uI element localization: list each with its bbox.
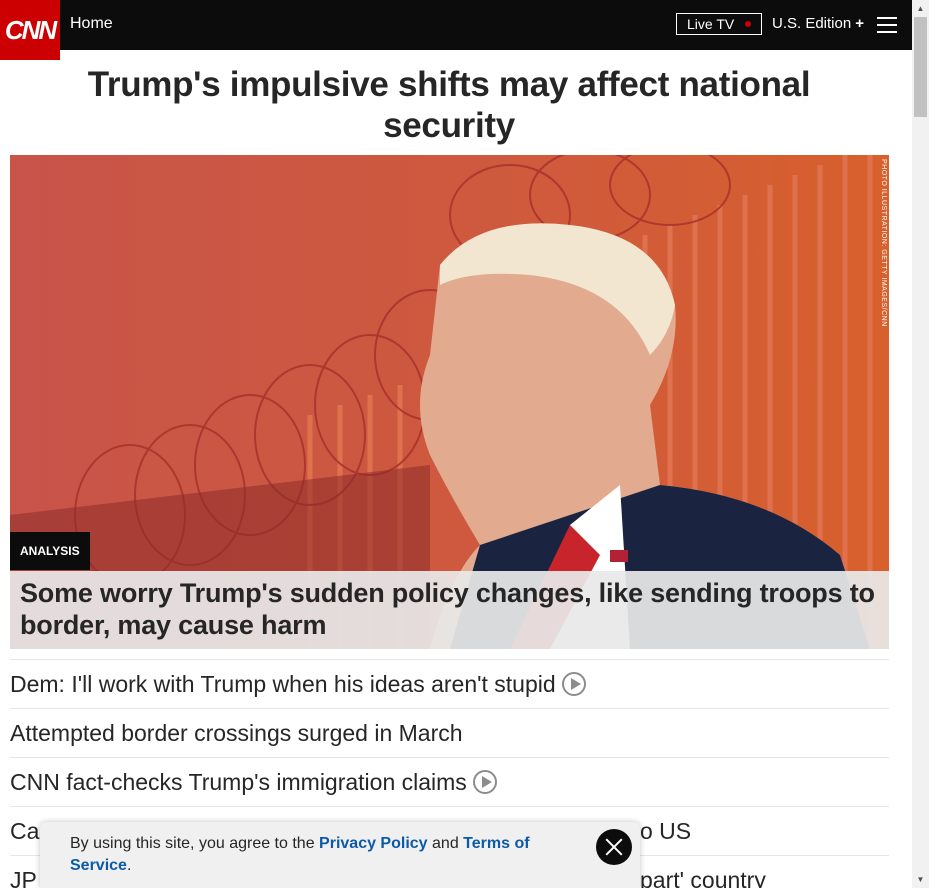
scroll-thumb[interactable] bbox=[914, 17, 927, 117]
story-link[interactable]: Ca bbox=[10, 818, 39, 844]
hero-story[interactable]: PHOTO ILLUSTRATION: GETTY IMAGES/CNN ANA… bbox=[10, 155, 889, 649]
cookie-and: and bbox=[432, 835, 459, 852]
page-scrollbar[interactable]: ▲ ▼ bbox=[912, 0, 929, 888]
story-link[interactable]: CNN fact-checks Trump's immigration clai… bbox=[10, 769, 467, 795]
story-link[interactable]: JP bbox=[10, 867, 37, 888]
story-link[interactable]: Attempted border crossings surged in Mar… bbox=[10, 720, 463, 746]
scroll-up-arrow-icon[interactable]: ▲ bbox=[912, 0, 929, 17]
plus-icon: + bbox=[855, 15, 864, 32]
play-video-icon bbox=[561, 671, 586, 696]
page-title[interactable]: Trump's impulsive shifts may affect nati… bbox=[40, 64, 858, 146]
cookie-text: By using this site, you agree to the bbox=[70, 835, 315, 852]
story-link[interactable]: Dem: I'll work with Trump when his ideas… bbox=[10, 671, 556, 697]
list-item[interactable]: CNN fact-checks Trump's immigration clai… bbox=[10, 757, 889, 806]
nav-home-link[interactable]: Home bbox=[70, 15, 113, 33]
list-item[interactable]: Dem: I'll work with Trump when his ideas… bbox=[10, 659, 889, 708]
play-video-icon bbox=[472, 769, 497, 794]
menu-icon[interactable] bbox=[877, 17, 897, 33]
cookie-period: . bbox=[126, 857, 132, 874]
edition-label: U.S. Edition bbox=[772, 15, 852, 32]
scroll-down-arrow-icon[interactable]: ▼ bbox=[912, 871, 929, 888]
photo-credit: PHOTO ILLUSTRATION: GETTY IMAGES/CNN bbox=[880, 159, 887, 327]
privacy-policy-link[interactable]: Privacy Policy bbox=[319, 835, 428, 852]
story-link-tail[interactable]: o US bbox=[640, 807, 691, 855]
cnn-logo[interactable]: CNN bbox=[0, 0, 60, 60]
live-indicator-icon bbox=[745, 21, 751, 27]
hero-caption[interactable]: Some worry Trump's sudden policy changes… bbox=[10, 571, 889, 649]
cookie-consent-banner: By using this site, you agree to the Pri… bbox=[40, 822, 640, 888]
close-icon[interactable] bbox=[596, 829, 632, 865]
edition-selector[interactable]: U.S. Edition + bbox=[772, 15, 864, 32]
top-nav: CNN Home Live TV U.S. Edition + bbox=[0, 0, 912, 60]
analysis-badge: ANALYSIS bbox=[10, 532, 90, 570]
list-item[interactable]: Attempted border crossings surged in Mar… bbox=[10, 708, 889, 757]
live-tv-button[interactable]: Live TV bbox=[676, 13, 762, 35]
live-tv-label: Live TV bbox=[687, 16, 735, 32]
story-link-tail[interactable]: part' country bbox=[640, 856, 766, 888]
